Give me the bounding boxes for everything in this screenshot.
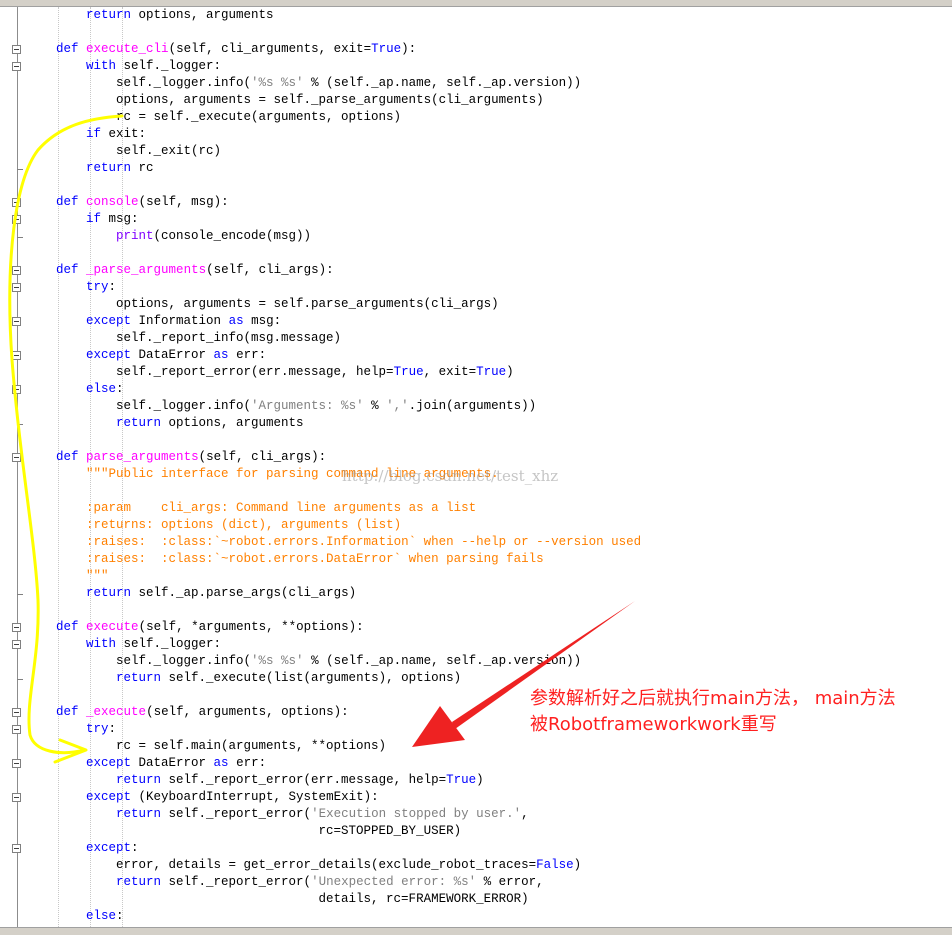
yellow-highlight-curve (8, 114, 124, 755)
annotation-line-1: 参数解析好之后就执行main方法， main方法 (530, 688, 896, 709)
annotation-line-2: 被Robotframeworkwork重写 (530, 714, 777, 735)
annotation-overlay (8, 114, 635, 764)
annotation-note: 参数解析好之后就执行main方法， main方法 被Robotframework… (530, 686, 950, 738)
